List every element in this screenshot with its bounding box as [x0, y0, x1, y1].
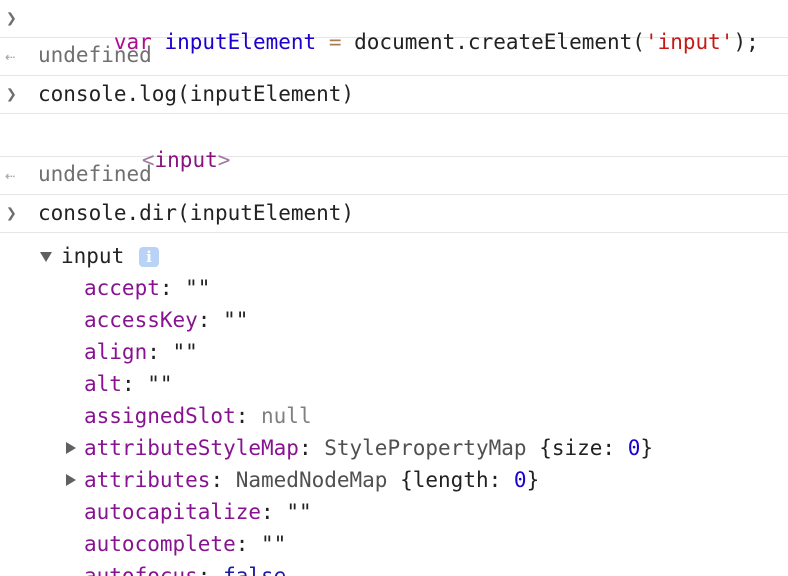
- property-name: alt: [84, 372, 122, 396]
- info-icon[interactable]: i: [139, 247, 159, 267]
- property-row: autofocus: false: [84, 564, 286, 576]
- console-return-row: ⇠ undefined: [0, 38, 788, 76]
- property-value: "": [172, 340, 198, 364]
- property-row: accept: "": [84, 276, 211, 300]
- property-name: autofocus: [84, 564, 198, 576]
- property-row[interactable]: attributes: NamedNodeMap {length: 0}: [84, 468, 539, 492]
- property-name: accept: [84, 276, 160, 300]
- property-row: autocomplete: "": [84, 532, 287, 556]
- property-value: "": [223, 308, 249, 332]
- property-name: accessKey: [84, 308, 198, 332]
- property-row: alt: "": [84, 372, 173, 396]
- property-name: autocomplete: [84, 532, 236, 556]
- console-input-row[interactable]: ❯ console.dir(inputElement): [0, 195, 788, 233]
- return-arrow-icon: ⇠: [5, 47, 16, 67]
- property-number: 0: [627, 436, 641, 460]
- property-row: assignedSlot: null: [84, 404, 312, 428]
- return-value: undefined: [38, 162, 152, 186]
- property-name: autocapitalize: [84, 500, 262, 524]
- chevron-right-icon: ❯: [6, 203, 17, 224]
- property-value: false: [223, 564, 287, 576]
- object-root-label[interactable]: input: [61, 244, 124, 268]
- property-value: "": [147, 372, 173, 396]
- chevron-right-icon: ❯: [6, 84, 17, 105]
- property-name: attributes: [84, 468, 211, 492]
- console-dir-output: input i accept: "" accessKey: "" align: …: [0, 233, 788, 576]
- triangle-right-icon[interactable]: [66, 474, 76, 486]
- console-input-row[interactable]: ❯ console.log(inputElement): [0, 76, 788, 114]
- return-arrow-icon: ⇠: [5, 166, 16, 186]
- property-name: attributeStyleMap: [84, 436, 299, 460]
- property-preview-end: }: [526, 468, 540, 492]
- property-row: align: "": [84, 340, 198, 364]
- property-preview-end: }: [640, 436, 654, 460]
- chevron-right-icon: ❯: [6, 8, 17, 29]
- property-name: assignedSlot: [84, 404, 236, 428]
- property-value: "": [185, 276, 211, 300]
- property-row: accessKey: "": [84, 308, 249, 332]
- console-command: console.dir(inputElement): [38, 201, 355, 225]
- property-type: StylePropertyMap: [324, 436, 527, 460]
- triangle-right-icon[interactable]: [66, 442, 76, 454]
- console-panel: ❯ var inputElement = document.createElem…: [0, 0, 788, 576]
- property-preview: {length:: [400, 468, 514, 492]
- property-number: 0: [513, 468, 527, 492]
- return-value: undefined: [38, 43, 152, 67]
- triangle-down-icon[interactable]: [40, 252, 52, 262]
- property-name: align: [84, 340, 148, 364]
- property-type: NamedNodeMap: [235, 468, 388, 492]
- property-preview: {size:: [539, 436, 628, 460]
- property-value: "": [261, 532, 287, 556]
- property-value: "": [286, 500, 312, 524]
- console-log-row[interactable]: <input>: [0, 114, 788, 172]
- console-input-row[interactable]: ❯ var inputElement = document.createElem…: [0, 0, 788, 54]
- property-row: autocapitalize: "": [84, 500, 312, 524]
- property-value: null: [261, 404, 312, 428]
- console-return-row: ⇠ undefined: [0, 157, 788, 195]
- console-command: console.log(inputElement): [38, 82, 355, 106]
- property-row[interactable]: attributeStyleMap: StylePropertyMap {siz…: [84, 436, 653, 460]
